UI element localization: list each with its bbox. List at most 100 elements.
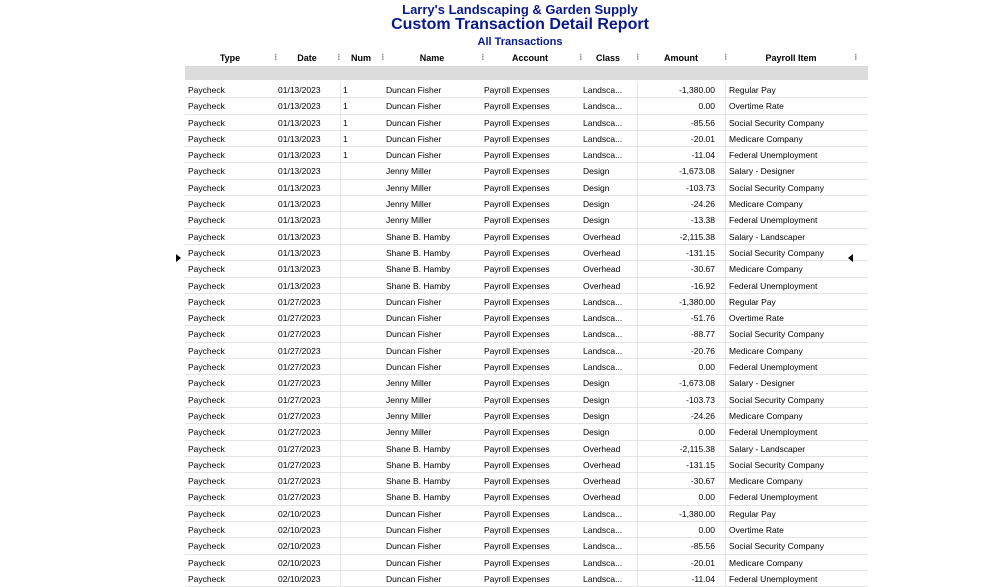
table-row[interactable]: Paycheck 01/27/2023 Shane B. Hamby Payroll … [185, 456, 868, 474]
cell-payroll-item: Federal Unemployment [729, 215, 818, 226]
cell-type: Paycheck [188, 133, 225, 144]
cell-type: Paycheck [188, 182, 225, 193]
cell-payroll-item: Medicare Company [729, 264, 803, 275]
column-divider [725, 554, 726, 570]
selected-row-left-marker-icon [176, 254, 181, 262]
cell-account: Payroll Expenses [484, 410, 550, 421]
cell-name: Jenny Miller [386, 427, 432, 438]
cell-type: Paycheck [188, 427, 225, 438]
cell-type: Paycheck [188, 410, 225, 421]
table-row[interactable]: Paycheck 01/13/2023 Jenny Miller Payroll Ex… [185, 196, 868, 213]
cell-account: Payroll Expenses [484, 427, 550, 438]
cell-amount: -30.67 [690, 264, 715, 275]
table-row[interactable]: Paycheck 01/27/2023 Jenny Miller Payroll Ex… [185, 375, 868, 392]
cell-type: Paycheck [188, 280, 225, 291]
cell-payroll-item: Medicare Company [729, 476, 803, 487]
table-row[interactable]: Paycheck 02/10/2023 Duncan Fisher Payroll E… [185, 538, 868, 555]
table-row[interactable]: Paycheck 01/13/2023 1 Duncan Fisher Payroll … [185, 130, 868, 148]
column-header-date[interactable]: Date [277, 53, 337, 63]
table-row[interactable]: Paycheck 01/13/2023 1 Duncan Fisher Payroll … [185, 147, 868, 164]
cell-class: Landsca... [583, 573, 623, 584]
column-divider [637, 538, 638, 554]
cell-payroll-item: Social Security Company [729, 182, 824, 193]
column-header-name[interactable]: Name [384, 53, 480, 63]
cell-account: Payroll Expenses [484, 247, 550, 258]
cell-type: Paycheck [188, 345, 225, 356]
table-row[interactable]: Paycheck 02/10/2023 Duncan Fisher Payroll E… [185, 554, 868, 571]
cell-amount: 0.00 [698, 492, 715, 503]
table-row[interactable]: Paycheck 01/27/2023 Jenny Miller Payroll Ex… [185, 391, 868, 408]
cell-date: 01/13/2023 [278, 150, 321, 161]
cell-class: Design [583, 410, 610, 421]
table-row[interactable]: Paycheck 01/27/2023 Jenny Miller Payroll Ex… [185, 424, 868, 441]
column-header-class[interactable]: Class [582, 53, 634, 63]
cell-class: Overhead [583, 264, 621, 275]
cell-name: Shane B. Hamby [386, 264, 451, 275]
cell-payroll-item: Salary - Designer [729, 166, 795, 177]
table-row[interactable]: Paycheck 01/27/2023 Duncan Fisher Payroll E… [185, 342, 868, 360]
table-row[interactable]: Paycheck 01/13/2023 Shane B. Hamby Payroll … [185, 261, 868, 278]
table-row[interactable]: Paycheck 01/13/2023 1 Duncan Fisher Payroll … [185, 114, 868, 131]
column-divider [340, 82, 341, 98]
column-divider [725, 114, 726, 130]
cell-date: 01/27/2023 [278, 476, 321, 487]
table-row[interactable]: Paycheck 02/10/2023 Duncan Fisher Payroll E… [185, 505, 868, 523]
cell-account: Payroll Expenses [484, 166, 550, 177]
cell-date: 01/27/2023 [278, 345, 321, 356]
cell-name: Duncan Fisher [386, 85, 442, 95]
table-row[interactable]: Paycheck 01/13/2023 Shane B. Hamby Payroll … [185, 228, 868, 245]
table-row[interactable]: Paycheck 01/27/2023 Duncan Fisher Payroll E… [185, 359, 868, 376]
column-header-amount[interactable]: Amount [639, 53, 723, 63]
table-row[interactable]: Paycheck 01/27/2023 Shane B. Hamby Payroll … [185, 489, 868, 506]
table-row[interactable]: Paycheck 01/27/2023 Duncan Fisher Payroll E… [185, 310, 868, 327]
cell-amount: -85.56 [690, 541, 715, 552]
column-divider [725, 293, 726, 310]
column-divider [340, 505, 341, 522]
cell-payroll-item: Medicare Company [729, 345, 803, 356]
column-divider [725, 375, 726, 391]
table-row[interactable]: Paycheck 01/27/2023 Shane B. Hamby Payroll … [185, 440, 868, 457]
column-divider [340, 277, 341, 293]
table-row[interactable]: Paycheck 01/27/2023 Shane B. Hamby Payroll … [185, 473, 868, 490]
table-row[interactable]: Paycheck 01/13/2023 Shane B. Hamby Payroll … [185, 277, 868, 294]
table-row[interactable]: Paycheck 01/13/2023 Shane B. Hamby Payroll … [185, 244, 868, 262]
cell-class: Overhead [583, 247, 621, 258]
table-row[interactable]: Paycheck 01/13/2023 Jenny Miller Payroll Ex… [185, 163, 868, 180]
cell-type: Paycheck [188, 541, 225, 552]
header-spacer-band [185, 67, 868, 80]
table-row[interactable]: Paycheck 01/27/2023 Jenny Miller Payroll Ex… [185, 407, 868, 425]
cell-account: Payroll Expenses [484, 329, 550, 340]
table-row[interactable]: Paycheck 02/10/2023 Duncan Fisher Payroll E… [185, 570, 868, 587]
cell-payroll-item: Overtime Rate [729, 313, 784, 324]
table-row[interactable]: Paycheck 01/13/2023 Jenny Miller Payroll Ex… [185, 212, 868, 229]
table-row[interactable]: Paycheck 01/13/2023 Jenny Miller Payroll Ex… [185, 179, 868, 197]
cell-type: Paycheck [188, 101, 225, 112]
column-divider [725, 179, 726, 196]
column-divider [637, 440, 638, 456]
column-resize-handle[interactable]: ⁝ [854, 52, 858, 63]
column-header-payroll-item[interactable]: Payroll Item [727, 53, 855, 63]
table-row[interactable]: Paycheck 01/13/2023 1 Duncan Fisher Payroll … [185, 98, 868, 115]
column-divider [340, 359, 341, 375]
cell-date: 01/27/2023 [278, 378, 321, 389]
cell-date: 01/13/2023 [278, 231, 321, 242]
cell-date: 01/13/2023 [278, 199, 321, 210]
table-row[interactable]: Paycheck 02/10/2023 Duncan Fisher Payroll E… [185, 522, 868, 539]
cell-class: Landsca... [583, 150, 623, 161]
column-header-type[interactable]: Type [185, 53, 275, 63]
cell-payroll-item: Regular Pay [729, 508, 776, 519]
table-row[interactable]: Paycheck 01/13/2023 1 Duncan Fisher Payroll … [185, 82, 868, 99]
cell-amount: -1,673.08 [679, 378, 715, 389]
column-divider [637, 342, 638, 359]
cell-payroll-item: Federal Unemployment [729, 280, 818, 291]
table-row[interactable]: Paycheck 01/27/2023 Duncan Fisher Payroll E… [185, 326, 868, 343]
cell-num: 1 [343, 117, 348, 128]
cell-type: Paycheck [188, 394, 225, 405]
column-header-account[interactable]: Account [484, 53, 576, 63]
cell-amount: -131.15 [686, 459, 715, 470]
cell-class: Landsca... [583, 296, 623, 307]
cell-amount: -1,673.08 [679, 166, 715, 177]
column-divider [725, 522, 726, 538]
column-header-num[interactable]: Num [340, 53, 382, 63]
table-row[interactable]: Paycheck 01/27/2023 Duncan Fisher Payroll E… [185, 293, 868, 311]
